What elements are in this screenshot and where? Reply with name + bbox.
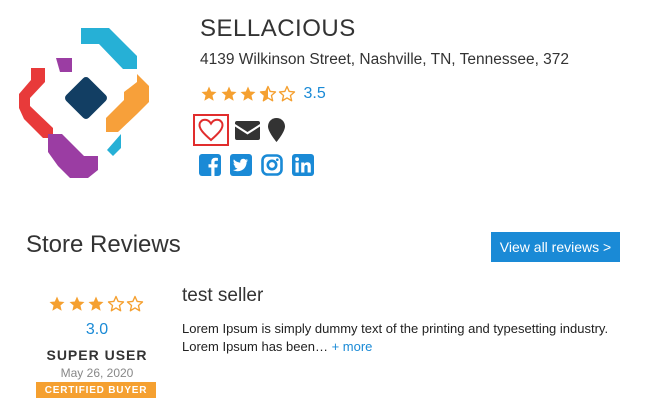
linkedin-icon xyxy=(292,154,314,176)
star-half-icon xyxy=(259,85,276,102)
favorite-button[interactable] xyxy=(193,114,229,146)
reviews-section-title: Store Reviews xyxy=(26,231,181,258)
heart-outline-icon xyxy=(198,118,224,142)
twitter-icon xyxy=(230,154,252,176)
reviewer-card: 3.0 SUPER USER May 26, 2020 CERTIFIED BU… xyxy=(36,295,158,398)
store-rating-value: 3.5 xyxy=(303,85,326,102)
store-actions xyxy=(193,114,288,146)
view-all-reviews-button[interactable]: View all reviews > xyxy=(491,232,620,262)
instagram-link[interactable] xyxy=(261,154,283,176)
review-rating-value: 3.0 xyxy=(85,321,109,338)
store-rating-stars xyxy=(200,85,298,103)
star-empty-icon xyxy=(278,85,296,102)
review-rating-stars xyxy=(36,295,158,313)
location-button[interactable] xyxy=(264,114,288,146)
facebook-link[interactable] xyxy=(199,154,221,176)
envelope-icon xyxy=(234,120,260,140)
read-more-link[interactable]: + more xyxy=(332,339,373,354)
linkedin-link[interactable] xyxy=(292,154,314,176)
star-full-icon xyxy=(88,296,104,311)
email-button[interactable] xyxy=(233,114,261,146)
star-full-icon xyxy=(49,296,65,311)
star-full-icon xyxy=(201,86,217,101)
review-date: May 26, 2020 xyxy=(60,366,134,380)
review-title: test seller xyxy=(182,285,264,306)
store-address: 4139 Wilkinson Street, Nashville, TN, Te… xyxy=(200,51,570,68)
store-rating: 3.5 xyxy=(200,84,326,104)
review-body: Lorem Ipsum is simply dummy text of the … xyxy=(182,321,609,354)
social-links xyxy=(199,154,323,176)
map-marker-icon xyxy=(267,118,285,142)
facebook-icon xyxy=(199,154,221,176)
review-text: Lorem Ipsum is simply dummy text of the … xyxy=(182,320,627,356)
review-content: test seller Lorem Ipsum is simply dummy … xyxy=(182,285,627,356)
store-name: SELLACIOUS xyxy=(200,15,356,42)
star-full-icon xyxy=(221,86,236,101)
instagram-icon xyxy=(261,154,283,176)
star-full-icon xyxy=(69,296,85,311)
twitter-link[interactable] xyxy=(230,154,252,176)
star-full-icon xyxy=(240,86,256,101)
star-empty-icon xyxy=(107,295,124,312)
store-logo xyxy=(19,28,149,178)
reviewer-name: SUPER USER xyxy=(46,347,148,363)
star-empty-icon xyxy=(127,295,144,312)
certified-buyer-badge: CERTIFIED BUYER xyxy=(36,382,156,398)
